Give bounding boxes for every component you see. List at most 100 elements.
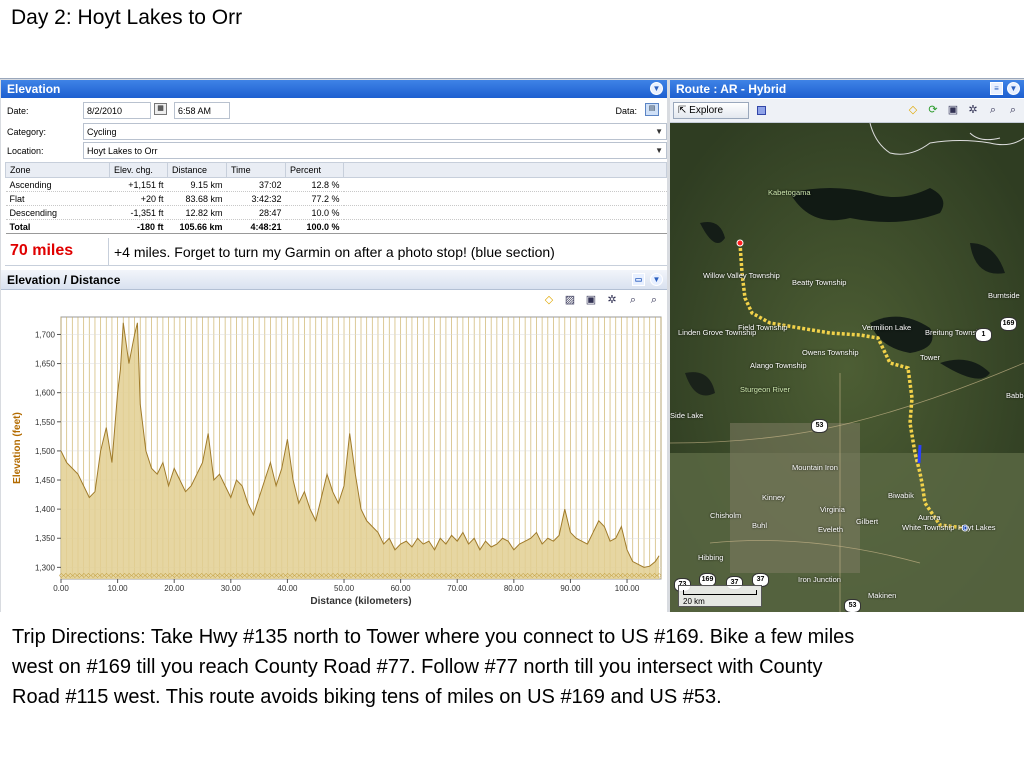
elevation-distance-title: Elevation / Distance [7,273,121,287]
map-label: Virginia [820,505,845,514]
zoom-in-icon[interactable]: ⌕ [626,293,640,307]
x-tick-label: 40.00 [277,584,298,593]
highway-shield: 53 [811,419,828,433]
table-cell: 77.2 % [285,191,344,206]
zoom-in-icon[interactable]: ⌕ [986,103,1000,117]
lap-marker: ◇ [657,573,662,579]
diamond-icon[interactable]: ◇ [906,103,920,117]
refresh-icon[interactable]: ⟳ [926,103,940,117]
map-label: Kabetogama [768,188,811,197]
x-axis-label: Distance (kilometers) [310,596,411,607]
map-label: Beatty Township [792,278,847,287]
table-row[interactable]: Descending -1,351 ft 12.82 km 28:47 10.0… [5,205,667,220]
table-cell: -1,351 ft [109,205,168,220]
location-select[interactable]: Hoyt Lakes to Orr ▼ [83,142,667,159]
map-label: Gilbert [856,517,879,526]
map-label: Mountain Iron [792,463,838,472]
table-cell: +20 ft [109,191,168,206]
location-value: Hoyt Lakes to Orr [87,146,158,156]
collapse-icon[interactable]: ▼ [650,82,663,95]
diamond-icon[interactable]: ◇ [542,293,556,307]
map-label: Hibbing [698,553,724,562]
settings-icon[interactable]: ✲ [966,103,980,117]
column-header[interactable]: Distance [167,162,227,178]
table-cell: 3:42:32 [226,191,286,206]
table-cell: Descending [5,205,110,220]
y-tick-label: 1,600 [35,389,56,398]
highway-shield: 53 [844,599,861,612]
y-tick-label: 1,400 [35,505,56,514]
y-tick-label: 1,500 [35,447,56,456]
map-label: Makinen [868,591,897,600]
table-cell: Flat [5,191,110,206]
column-header[interactable]: Percent [285,162,344,178]
table-row[interactable]: Flat +20 ft 83.68 km 3:42:32 77.2 % [5,191,667,206]
x-tick-label: 70.00 [447,584,468,593]
collapse-icon[interactable]: ▼ [1007,82,1020,95]
x-tick-label: 10.00 [108,584,129,593]
chart-type-icon[interactable]: ▨ [563,293,577,307]
x-tick-label: 20.00 [164,584,185,593]
route-toolbar: ⇱ Explore ◇ ⟳ ▣ ✲ ⌕ ⌕ [670,99,1024,123]
table-cell: 83.68 km [167,191,227,206]
date-field[interactable]: 8/2/2010 [83,102,151,119]
x-tick-label: 90.00 [560,584,581,593]
explore-button[interactable]: ⇱ Explore [673,102,749,119]
x-tick-label: 100.00 [615,584,640,593]
route-color-swatch[interactable] [757,106,766,115]
save-icon[interactable]: ▣ [584,293,598,307]
column-header-filler [343,162,667,178]
chart-toolbar: ◇ ▨ ▣ ✲ ⌕ ⌕ [542,293,661,307]
zoom-out-icon[interactable]: ⌕ [1006,103,1020,117]
save-icon[interactable]: ▣ [946,103,960,117]
y-tick-label: 1,700 [35,330,56,339]
settings-icon[interactable]: ✲ [605,293,619,307]
total-row[interactable]: Total -180 ft 105.66 km 4:48:21 100.0 % [5,219,667,234]
map-label: Aurora [918,513,941,522]
date-label: Date: [7,106,29,116]
highway-shield: 169 [1000,317,1017,331]
annotation-row: 70 miles +4 miles. Forget to turn my Gar… [5,238,667,266]
x-tick-label: 60.00 [391,584,412,593]
y-tick-label: 1,550 [35,418,56,427]
calendar-icon[interactable]: ▦ [154,103,167,115]
x-tick-label: 30.00 [221,584,242,593]
map-label: Sturgeon River [740,385,791,394]
y-tick-label: 1,350 [35,534,56,543]
column-header[interactable]: Elev. chg. [109,162,168,178]
trip-directions: Trip Directions: Take Hwy #135 north to … [12,626,855,708]
time-field[interactable]: 6:58 AM [174,102,230,119]
column-header[interactable]: Zone [5,162,110,178]
table-cell: 9.15 km [167,177,227,192]
map-label: Eveleth [818,525,844,534]
table-cell: 12.82 km [167,205,227,220]
category-row: Category: Cycling ▼ [1,121,667,141]
map-label: Hoyt Lakes [958,523,996,532]
scale-label: 20 km [683,597,705,606]
elevation-chart[interactable]: 1,300 1,350 1,400 1,450 1,500 1,550 1,600 1,650… [1,309,667,611]
map-label: Buhl [752,521,768,530]
chevron-down-icon: ▼ [655,146,663,155]
map-label: Tower [920,353,941,362]
table-cell: Total [5,219,110,234]
collapse-icon[interactable]: ▼ [650,273,663,286]
table-cell: +1,151 ft [109,177,168,192]
map-label: Side Lake [670,411,704,420]
data-import-icon[interactable]: ▤ [645,103,659,116]
table-row[interactable]: Ascending +1,151 ft 9.15 km 37:02 12.8 % [5,177,667,192]
map-label: Alango Township [750,361,807,370]
table-cell: 4:48:21 [226,219,286,234]
table-cell: 100.0 % [285,219,344,234]
chevron-down-icon: ▼ [655,127,663,136]
column-header[interactable]: Time [226,162,286,178]
elevation-pane-header: Elevation ▼ [1,80,667,98]
zones-header-row: Zone Elev. chg. Distance Time Percent [5,162,667,178]
y-tick-label: 1,650 [35,360,56,369]
elevation-distance-header: Elevation / Distance ▭ ▼ [1,270,667,290]
category-select[interactable]: Cycling ▼ [83,123,667,140]
zoom-out-icon[interactable]: ⌕ [647,293,661,307]
window-icon[interactable]: ▭ [632,273,645,286]
map-label: White Township [902,523,955,532]
satellite-map[interactable]: Kabetogama Willow Valley Township Beatty… [670,123,1024,612]
menu-icon[interactable]: ≡ [990,82,1003,95]
